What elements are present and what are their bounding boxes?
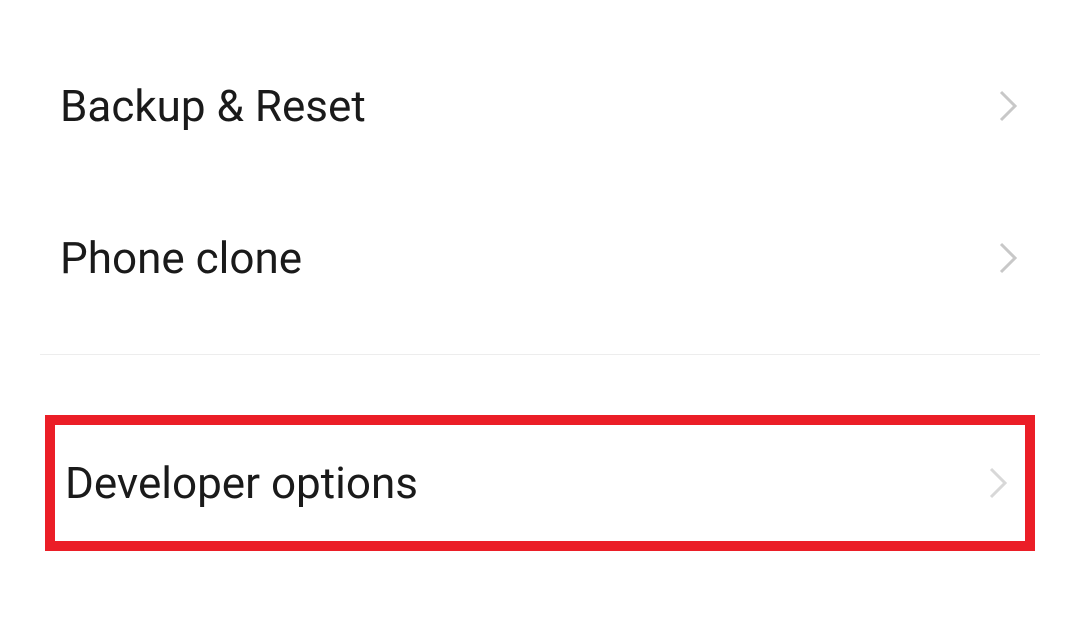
settings-item-phone-clone[interactable]: Phone clone (0, 182, 1080, 334)
chevron-right-icon (986, 471, 1010, 495)
chevron-right-icon (996, 94, 1020, 118)
settings-label: Backup & Reset (60, 80, 366, 132)
highlight-box: Developer options (45, 415, 1035, 551)
settings-label: Phone clone (60, 232, 302, 284)
settings-item-inner: Backup & Reset (60, 80, 1020, 132)
settings-item-developer-options[interactable]: Developer options (55, 425, 1025, 541)
divider (40, 354, 1040, 355)
settings-item-inner: Developer options (65, 457, 1010, 509)
settings-list: Backup & Reset Phone clone Developer opt… (0, 0, 1080, 626)
settings-item-inner: Phone clone (60, 232, 1020, 284)
chevron-right-icon (996, 246, 1020, 270)
settings-label: Developer options (65, 457, 418, 509)
settings-item-backup-reset[interactable]: Backup & Reset (0, 30, 1080, 182)
